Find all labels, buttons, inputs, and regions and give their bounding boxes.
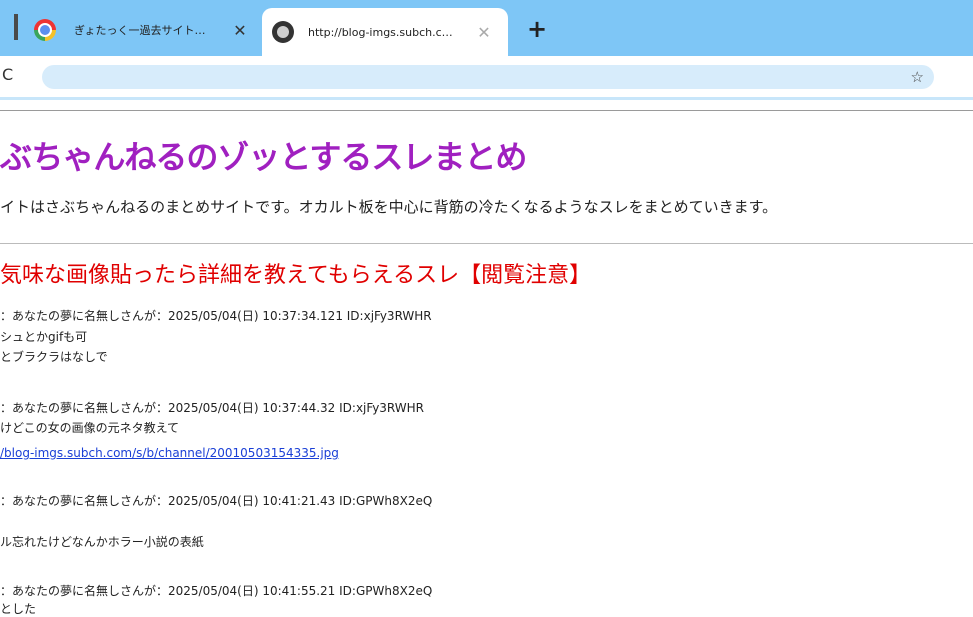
github-icon <box>272 21 294 43</box>
tab-strip: ぎょたっく一過去サイト… ✕ http://blog-imgs.subch.c…… <box>0 0 973 56</box>
reload-icon[interactable]: C <box>2 64 24 86</box>
tab-separator <box>14 14 18 40</box>
thread-title[interactable]: 気味な画像貼ったら詳細を教えてもらえるスレ【閲覧注意】 <box>0 257 591 289</box>
address-bar[interactable]: ☆ <box>42 65 934 89</box>
site-description: イトはさぶちゃんねるのまとめサイトです。オカルト板を中心に背筋の冷たくなるような… <box>0 198 778 216</box>
post-body-line: ル忘れたけどなんかホラー小説の表紙 <box>0 535 204 549</box>
post-body-line: とした <box>0 602 37 616</box>
image-link[interactable]: /blog-imgs.subch.com/s/b/channel/2001050… <box>0 446 339 460</box>
tab-title: http://blog-imgs.subch.c… <box>308 25 453 39</box>
tab-favicon-icon <box>34 19 56 41</box>
post-header: ：あなたの夢に名無しさんが：2025/05/04(日) 10:37:44.32 … <box>0 401 425 415</box>
close-tab-icon[interactable]: ✕ <box>228 21 252 40</box>
post-header: ：あなたの夢に名無しさんが：2025/05/04(日) 10:41:21.43 … <box>0 494 433 508</box>
post-header: ：あなたの夢に名無しさんが：2025/05/04(日) 10:37:34.121… <box>0 309 432 323</box>
header-divider <box>0 110 973 111</box>
content-divider <box>0 243 973 244</box>
bookmark-star-icon[interactable]: ☆ <box>911 67 924 87</box>
post-header: ：あなたの夢に名無しさんが：2025/05/04(日) 10:41:55.21 … <box>0 584 433 598</box>
tab-blog-imgs[interactable]: http://blog-imgs.subch.c… ✕ <box>262 8 508 56</box>
post-body-line: シュとかgifも可 <box>0 330 88 344</box>
post-body-line: とブラクラはなしで <box>0 350 108 364</box>
tab-gyotakku[interactable]: ぎょたっく一過去サイト… ✕ <box>28 10 262 50</box>
close-tab-icon[interactable]: ✕ <box>472 23 496 42</box>
site-title[interactable]: ぶちゃんねるのゾッとするスレまとめ <box>0 132 527 178</box>
new-tab-button[interactable]: + <box>524 16 550 42</box>
tab-title: ぎょたっく一過去サイト… <box>74 24 206 37</box>
browser-toolbar: C ☆ <box>0 56 973 100</box>
post-body-line: けどこの女の画像の元ネタ教えて <box>0 421 180 435</box>
